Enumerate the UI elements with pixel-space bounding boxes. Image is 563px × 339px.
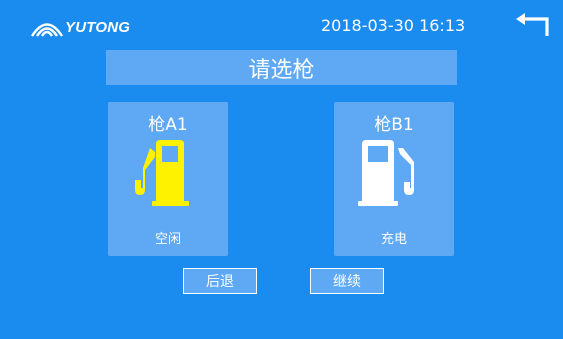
back-button[interactable]: 后退 (183, 268, 257, 294)
gun-name: 枪A1 (148, 115, 188, 135)
return-arrow-icon (516, 13, 549, 36)
fuel-pump-icon (135, 140, 189, 206)
gun-card-b1[interactable]: 枪B1 充电 (334, 102, 454, 256)
gun-card-a1[interactable]: 枪A1 空闲 (108, 102, 228, 256)
yutong-logo: YUTONG (30, 16, 130, 38)
datetime: 2018-03-30 16:13 (321, 16, 466, 35)
gun-name: 枪B1 (374, 115, 414, 135)
gun-status: 空闲 (154, 232, 181, 247)
return-button[interactable] (513, 12, 551, 38)
logo-text: YUTONG (65, 18, 131, 36)
continue-button[interactable]: 继续 (310, 268, 384, 294)
logo-arcs-icon (30, 23, 64, 37)
fuel-pump-icon (358, 140, 414, 206)
page-title: 请选枪 (106, 50, 457, 85)
gun-status: 充电 (380, 232, 407, 247)
